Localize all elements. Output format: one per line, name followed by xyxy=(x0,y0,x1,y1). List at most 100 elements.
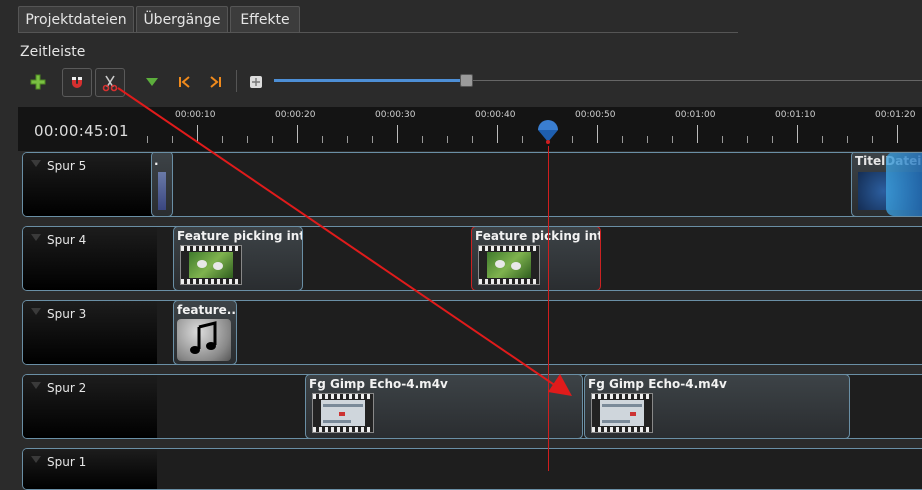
ruler-tick-minor xyxy=(322,136,323,143)
ruler-tick-major xyxy=(197,125,198,143)
ruler-tick-label: 00:00:30 xyxy=(375,110,416,120)
ruler-tick-major xyxy=(897,125,898,143)
zoom-slider-rest[interactable] xyxy=(466,80,922,81)
next-marker-button[interactable] xyxy=(202,68,230,95)
ruler-tick-minor xyxy=(372,136,373,143)
clip-title-card[interactable]: TitelDateiNa xyxy=(851,153,922,216)
track-label: Spur 1 xyxy=(47,455,87,469)
previous-marker-button[interactable] xyxy=(170,68,198,95)
film-strip xyxy=(592,427,652,432)
track-collapse-icon[interactable] xyxy=(31,160,41,167)
ruler-tick-label: 00:01:00 xyxy=(675,110,716,120)
ruler-tick-minor xyxy=(747,136,748,143)
ruler-tick-minor xyxy=(422,136,423,143)
track-body[interactable] xyxy=(157,153,922,216)
zoom-slider-handle[interactable] xyxy=(460,74,473,87)
clip-thumb xyxy=(158,172,166,210)
playhead-handle-icon[interactable] xyxy=(536,118,560,144)
playhead-line[interactable] xyxy=(548,146,549,471)
film-strip xyxy=(181,279,241,284)
ruler-tick-label: 00:00:20 xyxy=(275,110,316,120)
clip-feature-audio[interactable]: feature... xyxy=(173,301,237,364)
clip-partial[interactable]: . xyxy=(151,153,173,216)
ruler-tick-minor xyxy=(522,136,523,143)
track-label: Spur 5 xyxy=(47,159,87,173)
ruler-tick-minor xyxy=(572,136,573,143)
center-icon xyxy=(250,75,262,88)
clip-feature-picking-2[interactable]: Feature picking intr... xyxy=(471,227,601,290)
film-strip xyxy=(479,246,539,251)
ruler-tick-minor xyxy=(722,136,723,143)
ruler-tick-label: 00:01:10 xyxy=(775,110,816,120)
ruler-tick-label: 00:00:10 xyxy=(175,110,216,120)
ruler-tick-label: 00:00:50 xyxy=(575,110,616,120)
ruler-tick-minor xyxy=(772,136,773,143)
track-collapse-icon[interactable] xyxy=(31,382,41,389)
gimp-screenshot xyxy=(600,400,644,426)
track-body[interactable] xyxy=(157,301,922,364)
film-strip xyxy=(313,427,373,432)
track-collapse-icon[interactable] xyxy=(31,308,41,315)
track-header[interactable]: Spur 1 xyxy=(23,449,157,489)
ruler-tick-minor xyxy=(247,136,248,143)
clip-title: Feature picking intr... xyxy=(177,229,302,243)
ruler-tick-minor xyxy=(272,136,273,143)
ruler-tick-minor xyxy=(672,136,673,143)
add-track-button[interactable] xyxy=(24,68,52,95)
clip-gimp-echo-1[interactable]: Fg Gimp Echo-4.m4v xyxy=(305,375,583,438)
track-4[interactable]: Spur 4 Feature picking intr... Feature p… xyxy=(22,226,922,291)
current-timecode: 00:00:45:01 xyxy=(34,122,129,140)
track-label: Spur 2 xyxy=(47,381,87,395)
transition-overlay xyxy=(886,153,922,216)
snap-toggle-button[interactable] xyxy=(62,68,92,97)
panda-image xyxy=(189,252,233,278)
ruler-tick-minor xyxy=(147,136,148,143)
ruler-tick-major xyxy=(797,125,798,143)
track-collapse-icon[interactable] xyxy=(31,234,41,241)
clip-thumb xyxy=(478,245,540,285)
add-marker-button[interactable] xyxy=(138,68,166,95)
razor-tool-button[interactable] xyxy=(95,68,125,97)
track-1[interactable]: Spur 1 xyxy=(22,448,922,490)
clip-title: Fg Gimp Echo-4.m4v xyxy=(309,377,448,391)
track-header[interactable]: Spur 5 xyxy=(23,153,157,216)
ruler-tick-major xyxy=(597,125,598,143)
jump-end-icon xyxy=(210,75,221,88)
tab-effects[interactable]: Effekte xyxy=(230,6,300,33)
track-collapse-icon[interactable] xyxy=(31,456,41,463)
clip-thumb xyxy=(312,393,374,433)
ruler-tick-minor xyxy=(822,136,823,143)
ruler-tick-major xyxy=(297,125,298,143)
clip-title: Feature picking intr... xyxy=(475,229,600,243)
track-header[interactable]: Spur 4 xyxy=(23,227,157,290)
ruler-tick-label: 00:00:40 xyxy=(475,110,516,120)
clip-feature-picking-1[interactable]: Feature picking intr... xyxy=(173,227,303,290)
clip-gimp-echo-2[interactable]: Fg Gimp Echo-4.m4v xyxy=(584,375,850,438)
clip-thumb xyxy=(180,245,242,285)
tab-transitions[interactable]: Übergänge xyxy=(136,6,228,33)
music-note-icon xyxy=(177,319,231,361)
track-5[interactable]: Spur 5 . TitelDateiNa xyxy=(22,152,922,217)
ruler-tick-minor xyxy=(472,136,473,143)
ruler-tick-major xyxy=(497,125,498,143)
track-header[interactable]: Spur 2 xyxy=(23,375,157,438)
clip-title: Fg Gimp Echo-4.m4v xyxy=(588,377,727,391)
ruler-tick-minor xyxy=(622,136,623,143)
tab-divider xyxy=(18,32,738,33)
track-3[interactable]: Spur 3 feature... xyxy=(22,300,922,365)
center-timeline-button[interactable] xyxy=(242,68,270,95)
zoom-slider-track[interactable] xyxy=(274,79,466,82)
ruler-tick-minor xyxy=(847,136,848,143)
marker-icon xyxy=(146,77,158,86)
track-header[interactable]: Spur 3 xyxy=(23,301,157,364)
magnet-icon xyxy=(72,76,82,88)
track-2[interactable]: Spur 2 Fg Gimp Echo-4.m4v Fg Gimp Echo-4… xyxy=(22,374,922,439)
gimp-screenshot xyxy=(321,400,365,426)
tab-project-files[interactable]: Projektdateien xyxy=(18,6,134,33)
ruler-tick-minor xyxy=(872,136,873,143)
track-body[interactable] xyxy=(157,449,922,489)
ruler-tick-minor xyxy=(172,136,173,143)
scissors-icon xyxy=(102,75,118,91)
clip-title: . xyxy=(154,154,159,168)
film-strip xyxy=(181,246,241,251)
